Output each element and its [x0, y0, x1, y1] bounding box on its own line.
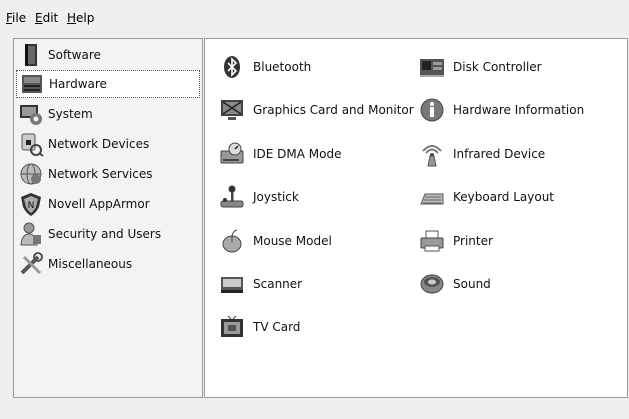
module-scanner[interactable]: Scanner	[219, 269, 302, 299]
ide-dma-icon	[220, 142, 244, 164]
sidebar-item-hardware[interactable]: Hardware	[16, 70, 200, 98]
module-mouse-model[interactable]: Mouse Model	[219, 226, 332, 256]
module-disk-controller[interactable]: Disk Controller	[419, 52, 542, 82]
mouse-icon	[222, 229, 242, 253]
module-ide-dma-mode[interactable]: IDE DMA Mode	[219, 139, 342, 169]
module-sound[interactable]: Sound	[419, 269, 491, 299]
printer-icon	[420, 230, 444, 252]
monitor-icon	[221, 100, 243, 120]
info-icon	[420, 98, 444, 122]
network-services-icon	[20, 163, 42, 185]
apparmor-icon: N	[21, 193, 41, 216]
menu-help[interactable]: Help	[67, 11, 94, 25]
menu-bar: File Edit Help	[0, 0, 629, 32]
system-icon	[20, 105, 42, 125]
software-icon	[25, 44, 37, 66]
menu-edit[interactable]: Edit	[35, 11, 58, 25]
tv-card-icon	[221, 315, 243, 337]
joystick-icon	[220, 185, 244, 208]
sidebar-item-novell-apparmor[interactable]: N Novell AppArmor	[16, 190, 200, 218]
hardware-icon	[22, 75, 42, 93]
module-infrared-device[interactable]: Infrared Device	[419, 139, 545, 169]
miscellaneous-icon	[20, 252, 43, 275]
sidebar-item-software[interactable]: Software	[16, 41, 200, 69]
bluetooth-icon	[224, 56, 240, 78]
scanner-icon	[221, 277, 243, 293]
module-bluetooth[interactable]: Bluetooth	[219, 52, 311, 82]
sidebar-item-network-services[interactable]: Network Services	[16, 160, 200, 188]
menu-file[interactable]: File	[6, 11, 26, 25]
sound-icon	[420, 274, 444, 294]
network-devices-icon	[21, 133, 44, 157]
module-keyboard-layout[interactable]: Keyboard Layout	[419, 182, 554, 212]
module-graphics-card-and-monitor[interactable]: Graphics Card and Monitor	[219, 95, 414, 125]
module-joystick[interactable]: Joystick	[219, 182, 299, 212]
disk-controller-icon	[420, 59, 444, 77]
sidebar-item-network-devices[interactable]: Network Devices	[16, 130, 200, 158]
svg-text:N: N	[28, 201, 35, 211]
module-printer[interactable]: Printer	[419, 226, 493, 256]
infrared-icon	[422, 145, 442, 167]
category-sidebar: Software Hardware System Network Devices…	[13, 38, 203, 398]
module-hardware-information[interactable]: Hardware Information	[419, 95, 584, 125]
status-bar	[0, 400, 629, 419]
security-users-icon	[20, 222, 41, 246]
module-panel: Bluetooth Disk Controller Graphics Card …	[204, 38, 628, 398]
sidebar-item-system[interactable]: System	[16, 100, 200, 128]
sidebar-item-security-and-users[interactable]: Security and Users	[16, 220, 200, 248]
keyboard-icon	[420, 193, 444, 205]
sidebar-item-miscellaneous[interactable]: Miscellaneous	[16, 250, 200, 278]
module-tv-card[interactable]: TV Card	[219, 312, 300, 342]
